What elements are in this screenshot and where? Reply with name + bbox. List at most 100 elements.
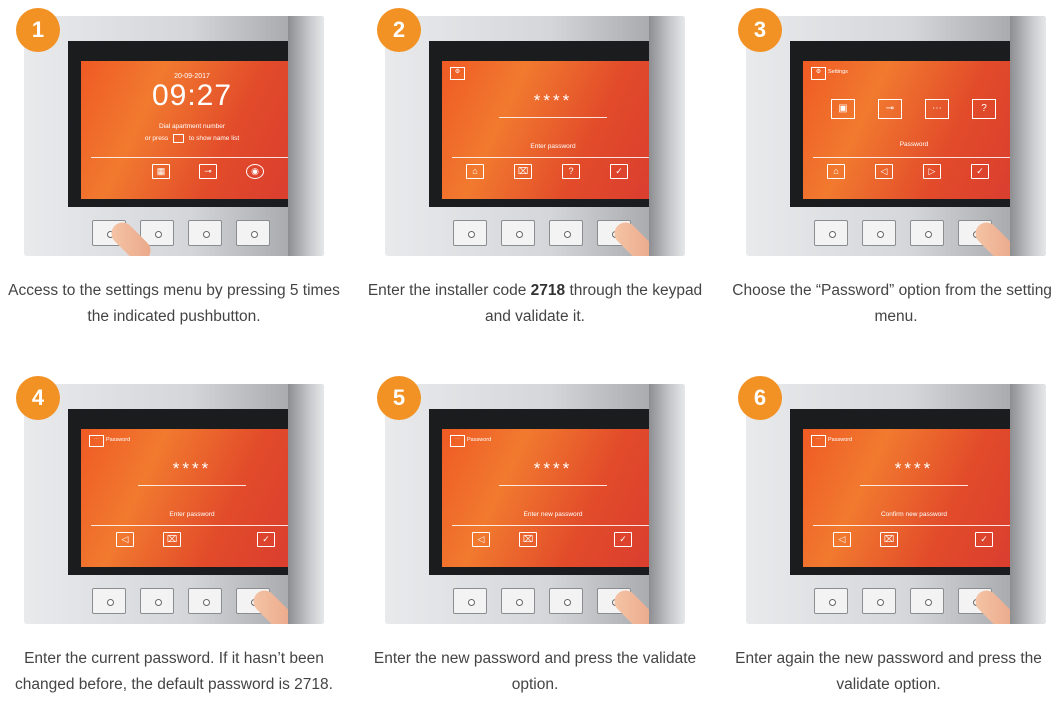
softkey-row: ⌂ ⌧ ? ✓ bbox=[442, 162, 664, 182]
screen-info-post: to show name list bbox=[188, 135, 240, 143]
screen-bezel: ⋯ Password **** Confirm new password ◁ ⌧… bbox=[790, 409, 1038, 575]
screen-separator bbox=[91, 525, 293, 526]
pushbutton-2[interactable] bbox=[862, 220, 896, 246]
delete-icon[interactable]: ⌧ bbox=[880, 532, 898, 547]
check-icon[interactable]: ✓ bbox=[257, 532, 275, 547]
screen-clock: 09:27 bbox=[151, 79, 233, 112]
name-list-icon[interactable]: ▦ bbox=[152, 164, 170, 179]
screen-bezel: ⋯ Password **** Enter new password ◁ ⌧ ✓ bbox=[429, 409, 677, 575]
step-3: ⚙ Settings ▣ ⊸ ⋯ ? Password ⌂ ◁ ▷ ✓ 3 Ch… bbox=[732, 8, 1051, 346]
delete-icon[interactable]: ⌧ bbox=[514, 164, 532, 179]
key-icon[interactable]: ⊸ bbox=[878, 99, 902, 119]
step-number-badge: 3 bbox=[738, 8, 782, 52]
left-arrow-icon[interactable]: ◁ bbox=[472, 532, 490, 547]
step-6: ⋯ Password **** Confirm new password ◁ ⌧… bbox=[735, 376, 1046, 714]
password-underline bbox=[499, 117, 607, 118]
pushbutton-1[interactable] bbox=[453, 220, 487, 246]
step-5: ⋯ Password **** Enter new password ◁ ⌧ ✓… bbox=[374, 376, 696, 714]
screen-separator bbox=[813, 525, 1015, 526]
pushbutton-1[interactable] bbox=[453, 588, 487, 614]
intercom-monitor: ⚙ **** Enter password ⌂ ⌧ ? ✓ bbox=[385, 16, 685, 256]
pushbutton-2[interactable] bbox=[140, 588, 174, 614]
step-number-badge: 4 bbox=[16, 376, 60, 420]
masked-password: **** bbox=[894, 459, 934, 478]
settings-icon: ⚙ bbox=[811, 67, 826, 80]
pushbutton-1[interactable] bbox=[814, 588, 848, 614]
pushbutton-3[interactable] bbox=[188, 588, 222, 614]
intercom-monitor: ⋯ Password **** Enter password ◁ ⌧ ✓ bbox=[24, 384, 324, 624]
help-icon[interactable]: ? bbox=[562, 164, 580, 179]
pushbutton-1[interactable] bbox=[92, 588, 126, 614]
monitor-icon[interactable]: ▣ bbox=[831, 99, 855, 119]
intercom-monitor: ⚙ Settings ▣ ⊸ ⋯ ? Password ⌂ ◁ ▷ ✓ bbox=[746, 16, 1046, 256]
monitor-screen: ⋯ Password **** Confirm new password ◁ ⌧… bbox=[803, 429, 1025, 567]
left-arrow-icon[interactable]: ◁ bbox=[116, 532, 134, 547]
check-icon[interactable]: ✓ bbox=[614, 532, 632, 547]
step-caption: Access to the settings menu by pressing … bbox=[8, 282, 340, 325]
key-icon[interactable]: ⊸ bbox=[199, 164, 217, 179]
delete-icon[interactable]: ⌧ bbox=[163, 532, 181, 547]
caption-pre: Enter the installer code bbox=[367, 282, 527, 299]
pushbutton-4[interactable] bbox=[236, 220, 270, 246]
pushbutton-1[interactable] bbox=[814, 220, 848, 246]
step-caption: Enter again the new password and press t… bbox=[735, 650, 1042, 693]
password-icon[interactable]: ⋯ bbox=[925, 99, 949, 119]
screen-prompt: Confirm new password bbox=[880, 511, 948, 518]
softkey-row: ◁ ⌧ ✓ bbox=[442, 530, 664, 550]
password-underline bbox=[860, 485, 968, 486]
pushbutton-2[interactable] bbox=[862, 588, 896, 614]
pushbutton-2[interactable] bbox=[501, 220, 535, 246]
password-underline bbox=[499, 485, 607, 486]
pushbutton-3[interactable] bbox=[188, 220, 222, 246]
softkey-row: ⌂ ◁ ▷ ✓ bbox=[803, 162, 1025, 182]
name-list-icon bbox=[173, 134, 185, 143]
left-arrow-icon[interactable]: ◁ bbox=[833, 532, 851, 547]
masked-password: **** bbox=[533, 459, 573, 478]
intercom-monitor: ⋯ Password **** Enter new password ◁ ⌧ ✓ bbox=[385, 384, 685, 624]
delete-icon[interactable]: ⌧ bbox=[519, 532, 537, 547]
softkey-row: ▦ ⊸ ◉ bbox=[81, 162, 303, 182]
screen-separator bbox=[91, 157, 293, 158]
check-icon[interactable]: ✓ bbox=[975, 532, 993, 547]
check-icon[interactable]: ✓ bbox=[610, 164, 628, 179]
screen-title: Password bbox=[467, 437, 492, 443]
settings-icon: ⚙ bbox=[450, 67, 465, 80]
pushbutton-3[interactable] bbox=[549, 220, 583, 246]
step-number-badge: 1 bbox=[16, 8, 60, 52]
pushbutton-row bbox=[24, 220, 324, 248]
selected-option-label: Password bbox=[899, 141, 929, 148]
help-icon[interactable]: ? bbox=[972, 99, 996, 119]
pushbutton-2[interactable] bbox=[501, 588, 535, 614]
pushbutton-3[interactable] bbox=[910, 588, 944, 614]
screen-info-pre: or press bbox=[144, 135, 169, 143]
step-number-badge: 5 bbox=[377, 376, 421, 420]
pushbutton-3[interactable] bbox=[549, 588, 583, 614]
globe-icon[interactable]: ◉ bbox=[246, 164, 264, 179]
installer-code: 2718 bbox=[530, 282, 566, 299]
left-arrow-icon[interactable]: ◁ bbox=[875, 164, 893, 179]
step-2: ⚙ **** Enter password ⌂ ⌧ ? ✓ 2 Enter th… bbox=[368, 8, 702, 346]
right-arrow-icon[interactable]: ▷ bbox=[923, 164, 941, 179]
step-caption: Choose the “Password” option from the se… bbox=[732, 282, 1051, 325]
settings-menu: ▣ ⊸ ⋯ ? bbox=[803, 99, 1025, 129]
home-icon[interactable]: ⌂ bbox=[466, 164, 484, 179]
screen-info-line1: Dial apartment number bbox=[158, 123, 226, 130]
home-icon[interactable]: ⌂ bbox=[827, 164, 845, 179]
screen-prompt: Enter password bbox=[530, 143, 576, 150]
password-icon: ⋯ bbox=[450, 435, 465, 447]
pushbutton-3[interactable] bbox=[910, 220, 944, 246]
step-1: 20-09-2017 09:27 Dial apartment number o… bbox=[8, 8, 340, 346]
screen-title: Password bbox=[106, 437, 131, 443]
check-icon[interactable]: ✓ bbox=[971, 164, 989, 179]
password-icon: ⋯ bbox=[89, 435, 104, 447]
softkey-row: ◁ ⌧ ✓ bbox=[81, 530, 303, 550]
softkey-row: ◁ ⌧ ✓ bbox=[803, 530, 1025, 550]
monitor-screen: ⋯ Password **** Enter new password ◁ ⌧ ✓ bbox=[442, 429, 664, 567]
step-caption: Enter the new password and press the val… bbox=[373, 650, 697, 693]
screen-prompt: Enter password bbox=[169, 511, 215, 518]
masked-password: **** bbox=[533, 91, 573, 110]
screen-title: Settings bbox=[828, 69, 848, 75]
screen-separator bbox=[813, 157, 1015, 158]
monitor-screen: ⚙ Settings ▣ ⊸ ⋯ ? Password ⌂ ◁ ▷ ✓ bbox=[803, 61, 1025, 199]
screen-info-line2: or press to show name list bbox=[81, 134, 303, 143]
